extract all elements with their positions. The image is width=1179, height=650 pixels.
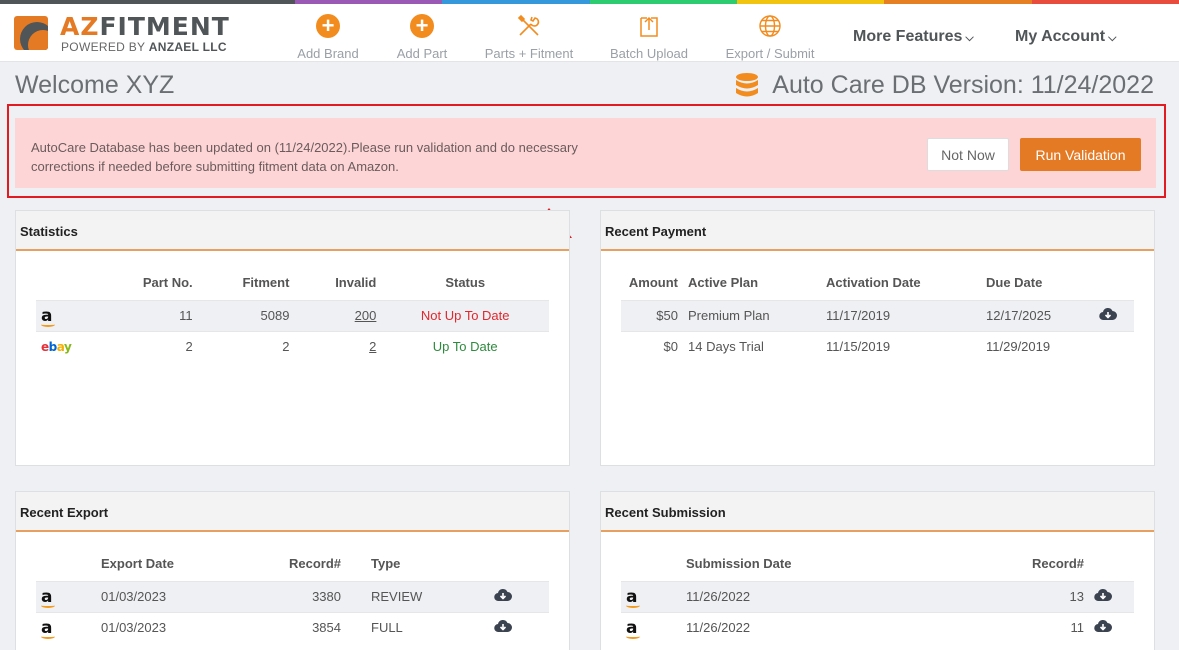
panel-title: Recent Export [16, 492, 569, 532]
panel-title: Recent Submission [601, 492, 1154, 532]
chevron-down-icon: ⌵ [965, 32, 974, 44]
status-badge: Up To Date [381, 330, 549, 362]
invalid-link[interactable]: 200 [355, 308, 377, 323]
table-row: $0 14 Days Trial 11/15/2019 11/29/2019 [621, 330, 1134, 362]
cloud-download-icon[interactable] [494, 588, 512, 605]
upload-icon [609, 12, 689, 40]
alert-message: AutoCare Database has been updated on (1… [31, 140, 578, 174]
table-row: a 11 5089 200 Not Up To Date [36, 299, 549, 331]
amazon-logo-icon: a [41, 307, 55, 327]
invalid-link[interactable]: 2 [369, 339, 376, 354]
amazon-logo-icon: a [41, 588, 55, 608]
db-update-alert: AutoCare Database has been updated on (1… [15, 118, 1156, 188]
nav-batch-upload[interactable]: Batch Upload [609, 12, 689, 61]
logo-wordmark: AZFITMENT [60, 12, 230, 41]
plus-circle-icon: + [316, 14, 340, 38]
top-navbar: AZFITMENT POWERED BY ANZAEL LLC + Add Br… [0, 4, 1179, 62]
cloud-download-icon[interactable] [494, 619, 512, 636]
nav-add-brand[interactable]: + Add Brand [297, 12, 359, 62]
not-now-button[interactable]: Not Now [927, 138, 1009, 171]
brand-logo[interactable]: AZFITMENT POWERED BY ANZAEL LLC [14, 13, 229, 56]
panel-title: Statistics [16, 211, 569, 251]
amazon-logo-icon: a [626, 619, 640, 639]
nav-add-part[interactable]: + Add Part [392, 12, 452, 62]
recent-payment-panel: Recent Payment Amount Active Plan Activa… [600, 210, 1155, 466]
more-features-menu[interactable]: More Features ⌵ [853, 28, 974, 46]
nav-parts-fitment[interactable]: Parts + Fitment [484, 12, 574, 61]
status-badge: Not Up To Date [381, 299, 549, 331]
table-row: $50 Premium Plan 11/17/2019 12/17/2025 [621, 299, 1134, 331]
globe-icon [724, 12, 816, 40]
my-account-menu[interactable]: My Account ⌵ [1015, 28, 1116, 46]
plus-circle-icon: + [410, 14, 434, 38]
statistics-table: Part No. Fitment Invalid Status a 11 508… [36, 265, 549, 362]
amazon-logo-icon: a [41, 619, 55, 639]
panel-title: Recent Payment [601, 211, 1154, 251]
db-version: Auto Care DB Version: 11/24/2022 [736, 71, 1154, 100]
logo-mark-icon [14, 16, 48, 50]
tools-icon [484, 12, 574, 40]
amazon-logo-icon: a [626, 588, 640, 608]
submission-table: Submission Date Record# a 11/26/2022 13 … [621, 546, 1134, 643]
table-row: a 01/03/2023 3380 REVIEW [36, 580, 549, 612]
run-validation-button[interactable]: Run Validation [1020, 138, 1141, 171]
statistics-panel: Statistics Part No. Fitment Invalid Stat… [15, 210, 570, 466]
recent-export-panel: Recent Export Export Date Record# Type a… [15, 491, 570, 650]
logo-tagline: POWERED BY ANZAEL LLC [61, 40, 227, 54]
table-row: ebay 2 2 2 Up To Date [36, 330, 549, 362]
recent-submission-panel: Recent Submission Submission Date Record… [600, 491, 1155, 650]
database-icon [736, 72, 759, 99]
table-row: a 01/03/2023 3854 FULL [36, 611, 549, 643]
payment-table: Amount Active Plan Activation Date Due D… [621, 265, 1134, 362]
chevron-down-icon: ⌵ [1108, 32, 1117, 44]
table-row: a 11/26/2022 11 [621, 611, 1134, 643]
cloud-download-icon[interactable] [1099, 307, 1117, 324]
cloud-download-icon[interactable] [1094, 619, 1112, 636]
cloud-download-icon[interactable] [1094, 588, 1112, 605]
table-row: a 11/26/2022 13 [621, 580, 1134, 612]
welcome-title: Welcome XYZ [15, 71, 175, 99]
nav-export-submit[interactable]: Export / Submit [724, 12, 816, 61]
export-table: Export Date Record# Type a 01/03/2023 33… [36, 546, 549, 643]
ebay-logo-icon: ebay [41, 340, 72, 355]
